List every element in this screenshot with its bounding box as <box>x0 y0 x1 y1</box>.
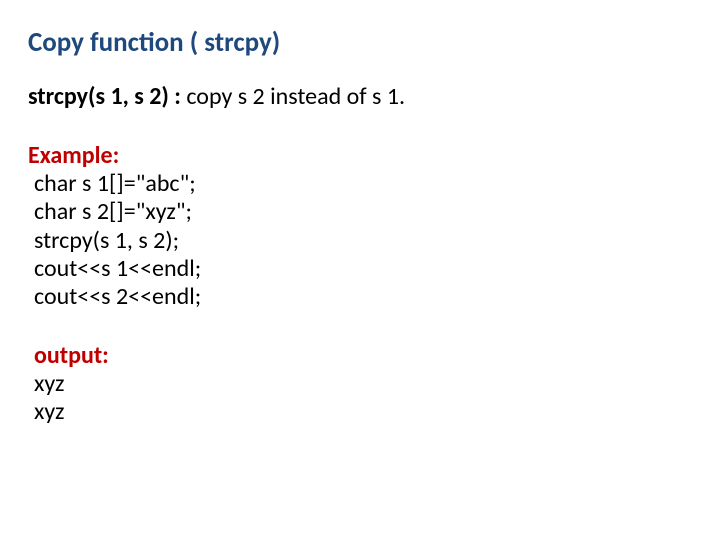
code-line-1: char s 1[]="abc"; <box>28 170 692 198</box>
example-label: Example: <box>28 142 692 170</box>
example-block: Example: char s 1[]="abc"; char s 2[]="x… <box>28 142 692 312</box>
signature-line: strcpy(s 1, s 2) : copy s 2 instead of s… <box>28 82 692 112</box>
code-line-2: char s 2[]="xyz"; <box>28 198 692 226</box>
output-block: output: xyz xyz <box>28 342 692 427</box>
code-line-4: cout<<s 1<<endl; <box>28 255 692 283</box>
slide: Copy function ( strcpy) strcpy(s 1, s 2)… <box>0 0 720 540</box>
code-line-5: cout<<s 2<<endl; <box>28 283 692 311</box>
slide-title: Copy function ( strcpy) <box>28 28 692 58</box>
output-line-2: xyz <box>28 398 692 426</box>
output-line-1: xyz <box>28 370 692 398</box>
code-line-3: strcpy(s 1, s 2); <box>28 227 692 255</box>
signature-desc: copy s 2 instead of s 1. <box>181 82 405 111</box>
output-label: output: <box>34 341 109 370</box>
signature-bold: strcpy(s 1, s 2) : <box>28 82 181 111</box>
